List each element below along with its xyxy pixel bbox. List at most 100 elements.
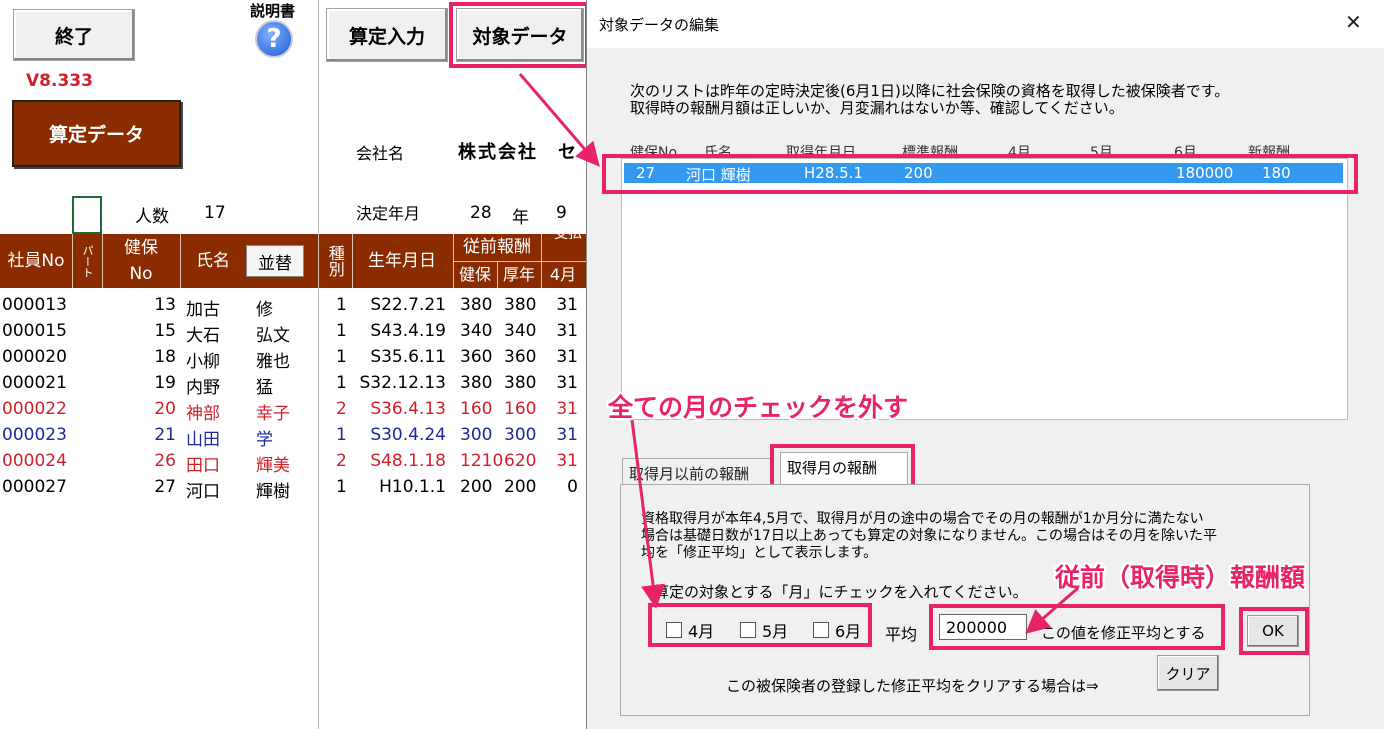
table-row[interactable]: 000015 15 大石 弘文 1 S43.4.19 340 340 31 xyxy=(0,318,586,346)
cell-emp-no: 000015 xyxy=(2,321,67,341)
exit-button[interactable]: 終了 xyxy=(13,9,135,61)
cell-birth: S22.7.21 xyxy=(370,295,446,315)
insured-list[interactable] xyxy=(621,158,1348,420)
highlight-average xyxy=(929,604,1225,650)
santei-data-button[interactable]: 算定データ xyxy=(12,100,181,167)
cell-kosei-grade: 380 xyxy=(504,295,537,315)
cell-emp-no: 000023 xyxy=(2,425,67,445)
cell-emp-no: 000027 xyxy=(2,477,67,497)
year-unit: 年 xyxy=(512,208,529,228)
cell-kosei-grade: 340 xyxy=(504,321,537,341)
cell-kenpo-grade: 200 xyxy=(460,477,493,497)
cell-birth: S35.6.11 xyxy=(370,347,446,367)
cell-kenpo-grade: 360 xyxy=(460,347,493,367)
table-header: 社員No パート 健保 No 氏名 並替 種別 生年月日 従前報酬 支払 健保 … xyxy=(0,227,586,288)
header-prev-pay: 従前報酬 xyxy=(463,236,531,257)
cell-birth: S43.4.19 xyxy=(370,321,446,341)
cell-last-name: 山田 xyxy=(186,430,220,450)
cell-april: 31 xyxy=(556,347,578,367)
cell-kosei-grade: 380 xyxy=(504,373,537,393)
cell-kind: 1 xyxy=(336,373,347,393)
header-name: 氏名 xyxy=(196,250,230,271)
cell-kenpo-grade: 1210 xyxy=(460,451,504,471)
cell-kenpo-no: 21 xyxy=(154,425,176,445)
highlight-ok xyxy=(1239,607,1309,655)
cell-kind: 1 xyxy=(336,477,347,497)
cell-last-name: 内野 xyxy=(186,378,220,398)
cell-kosei-grade: 200 xyxy=(504,477,537,497)
clear-button[interactable]: クリア xyxy=(1157,655,1219,691)
cell-emp-no: 000021 xyxy=(2,373,67,393)
selected-cell[interactable] xyxy=(72,196,102,234)
cell-birth: S32.12.13 xyxy=(359,373,447,393)
cell-birth: S48.1.18 xyxy=(370,451,446,471)
close-icon[interactable]: ✕ xyxy=(1345,10,1362,34)
table-row[interactable]: 000021 19 内野 猛 1 S32.12.13 380 380 31 xyxy=(0,370,586,398)
company-label: 会社名 xyxy=(356,144,405,163)
help-icon[interactable]: ? xyxy=(255,20,293,58)
tab-before-month[interactable]: 取得月以前の報酬 xyxy=(622,458,772,485)
cell-last-name: 神部 xyxy=(186,404,220,424)
cell-kind: 1 xyxy=(336,321,347,341)
table-row[interactable]: 000013 13 加古 修 1 S22.7.21 380 380 31 xyxy=(0,292,586,320)
header-cut: 支払 xyxy=(554,226,582,243)
table-row[interactable]: 000027 27 河口 輝樹 1 H10.1.1 200 200 0 xyxy=(0,474,586,502)
cell-april: 31 xyxy=(556,373,578,393)
cell-first-name: 輝美 xyxy=(256,456,290,476)
table-row[interactable]: 000020 18 小柳 雅也 1 S35.6.11 360 360 31 xyxy=(0,344,586,372)
cell-first-name: 修 xyxy=(256,300,273,320)
highlight-selected-row xyxy=(602,154,1358,194)
cell-first-name: 学 xyxy=(256,430,273,450)
cell-emp-no: 000024 xyxy=(2,451,67,471)
cell-kenpo-no: 13 xyxy=(154,295,176,315)
cell-kind: 2 xyxy=(336,451,347,471)
santei-input-button[interactable]: 算定入力 xyxy=(326,8,448,62)
table-row[interactable]: 000023 21 山田 学 1 S30.4.24 300 300 31 xyxy=(0,422,586,450)
table-row[interactable]: 000022 20 神部 幸子 2 S36.4.13 160 160 31 xyxy=(0,396,586,424)
cell-kenpo-no: 19 xyxy=(154,373,176,393)
check-prompt: 算定の対象とする「月」にチェックを入れてください。 xyxy=(654,583,1028,601)
cell-kenpo-grade: 300 xyxy=(460,425,493,445)
header-april: 4月 xyxy=(549,265,577,285)
cell-april: 31 xyxy=(556,295,578,315)
header-kind: 種別 xyxy=(325,245,345,277)
cell-kenpo-no: 26 xyxy=(154,451,176,471)
header-kenpo: 健保 xyxy=(458,265,491,285)
table-row[interactable]: 000024 26 田口 輝美 2 S48.1.18 1210 620 31 xyxy=(0,448,586,476)
cell-last-name: 大石 xyxy=(186,326,220,346)
manual-label: 説明書 xyxy=(250,2,296,20)
cell-kind: 1 xyxy=(336,347,347,367)
header-part: パート xyxy=(81,244,95,278)
decision-label: 決定年月 xyxy=(356,204,421,223)
cell-kenpo-no: 15 xyxy=(154,321,176,341)
cell-kind: 2 xyxy=(336,399,347,419)
desc-line-3: 均を「修正平均」として表示します。 xyxy=(641,545,878,561)
cell-kenpo-no: 27 xyxy=(154,477,176,497)
cell-april: 31 xyxy=(556,399,578,419)
decision-month: 9 xyxy=(556,203,567,223)
cell-emp-no: 000022 xyxy=(2,399,67,419)
sort-button[interactable]: 並替 xyxy=(246,245,304,277)
cell-last-name: 河口 xyxy=(186,482,220,502)
cell-first-name: 幸子 xyxy=(256,404,290,424)
cell-april: 0 xyxy=(567,477,578,497)
cell-kenpo-grade: 380 xyxy=(460,295,493,315)
cell-kosei-grade: 160 xyxy=(504,399,537,419)
average-label: 平均 xyxy=(885,625,918,644)
cell-kenpo-grade: 380 xyxy=(460,373,493,393)
header-kosei: 厚年 xyxy=(502,265,535,285)
cell-birth: H10.1.1 xyxy=(379,477,446,497)
cell-last-name: 田口 xyxy=(186,456,220,476)
dialog-title: 対象データの編集 xyxy=(599,16,720,34)
header-kenpo-1: 健保 xyxy=(124,237,158,258)
cell-april: 31 xyxy=(556,425,578,445)
header-emp-no: 社員No xyxy=(7,250,65,271)
cell-birth: S36.4.13 xyxy=(370,399,446,419)
cell-kind: 1 xyxy=(336,425,347,445)
highlight-taisho-data xyxy=(449,2,589,68)
cell-last-name: 小柳 xyxy=(186,352,220,372)
cell-april: 31 xyxy=(556,451,578,471)
header-birth: 生年月日 xyxy=(368,250,436,271)
headcount-value: 17 xyxy=(204,203,226,223)
callout-uncheck-all: 全ての月のチェックを外す xyxy=(608,393,909,422)
